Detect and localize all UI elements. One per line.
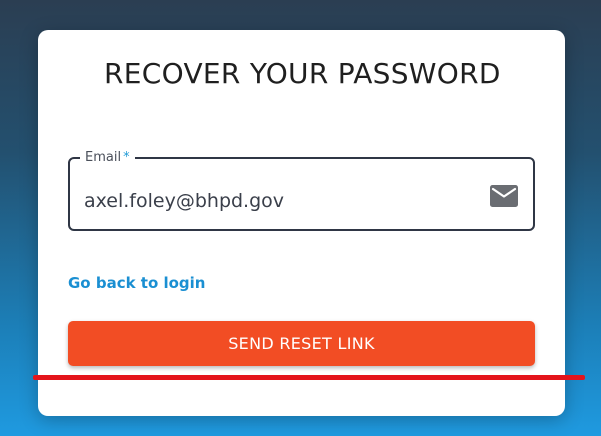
back-to-login-link[interactable]: Go back to login [68, 274, 206, 292]
required-asterisk: * [123, 150, 130, 165]
red-annotation-line [33, 375, 585, 380]
email-field-label: Email * [80, 150, 135, 166]
page-title: RECOVER YOUR PASSWORD [104, 57, 501, 90]
send-reset-link-button[interactable]: SEND RESET LINK [68, 321, 535, 366]
email-input[interactable] [84, 189, 474, 213]
email-field[interactable]: Email * [68, 150, 535, 231]
mail-icon [490, 185, 518, 207]
email-label-text: Email [85, 150, 122, 165]
